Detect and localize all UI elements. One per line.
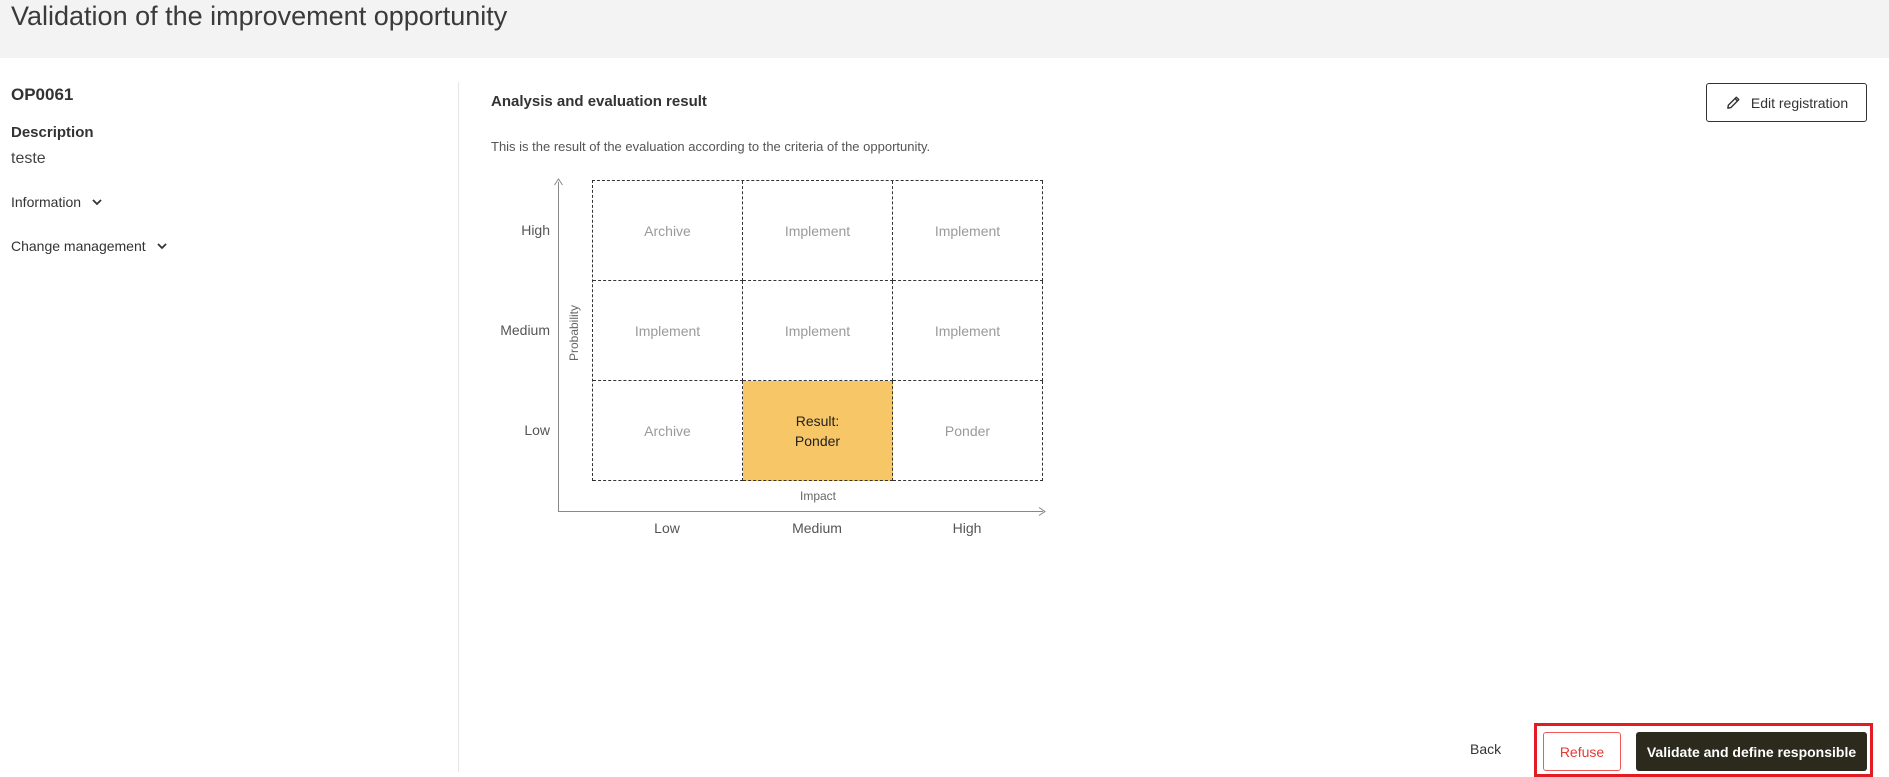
matrix-cell: Implement: [893, 181, 1043, 281]
edit-registration-label: Edit registration: [1750, 94, 1849, 111]
y-axis-line: [558, 182, 559, 512]
back-button[interactable]: Back: [1470, 741, 1501, 757]
opportunity-code: OP0061: [11, 85, 74, 104]
page-header: Validation of the improvement opportunit…: [0, 0, 1889, 58]
col-label-low: Low: [654, 520, 680, 536]
x-axis-label: Impact: [799, 489, 837, 503]
col-label-high: High: [952, 520, 982, 536]
section-description: This is the result of the evaluation acc…: [491, 139, 931, 154]
matrix-cell: Implement: [743, 181, 893, 281]
validate-button[interactable]: Validate and define responsible: [1636, 732, 1867, 771]
page-title: Validation of the improvement opportunit…: [11, 1, 508, 31]
chevron-down-icon: [157, 243, 167, 250]
row-label-high: High: [521, 222, 550, 238]
col-label-medium: Medium: [792, 520, 842, 536]
description-label: Description: [11, 124, 94, 141]
matrix-cell: Ponder: [893, 381, 1043, 481]
information-label: Information: [11, 194, 82, 210]
matrix-result-cell: Result: Ponder: [743, 381, 893, 481]
section-title: Analysis and evaluation result: [491, 93, 707, 110]
change-management-toggle[interactable]: Change management: [11, 238, 169, 254]
matrix-cell: Archive: [593, 381, 743, 481]
information-toggle[interactable]: Information: [11, 194, 104, 210]
y-axis-label: Probability: [567, 304, 581, 362]
x-axis-arrow-icon: [1038, 507, 1046, 516]
panel-divider: [458, 82, 459, 772]
row-label-low: Low: [524, 422, 550, 438]
chevron-down-icon: [92, 199, 102, 206]
matrix-cell: Implement: [743, 281, 893, 381]
x-axis-line: [558, 511, 1043, 512]
matrix-cell: Archive: [593, 181, 743, 281]
change-management-label: Change management: [11, 238, 146, 254]
evaluation-matrix: Archive Implement Implement Implement Im…: [592, 180, 1043, 481]
left-panel: OP0061 Description teste Information Cha…: [0, 58, 458, 777]
refuse-button[interactable]: Refuse: [1543, 732, 1621, 771]
pencil-icon: [1726, 96, 1740, 109]
row-label-medium: Medium: [500, 322, 550, 338]
matrix-cell: Implement: [893, 281, 1043, 381]
matrix-cell: Implement: [593, 281, 743, 381]
edit-registration-button[interactable]: Edit registration: [1706, 83, 1867, 122]
description-value: teste: [11, 150, 46, 167]
y-axis-arrow-icon: [554, 178, 563, 186]
